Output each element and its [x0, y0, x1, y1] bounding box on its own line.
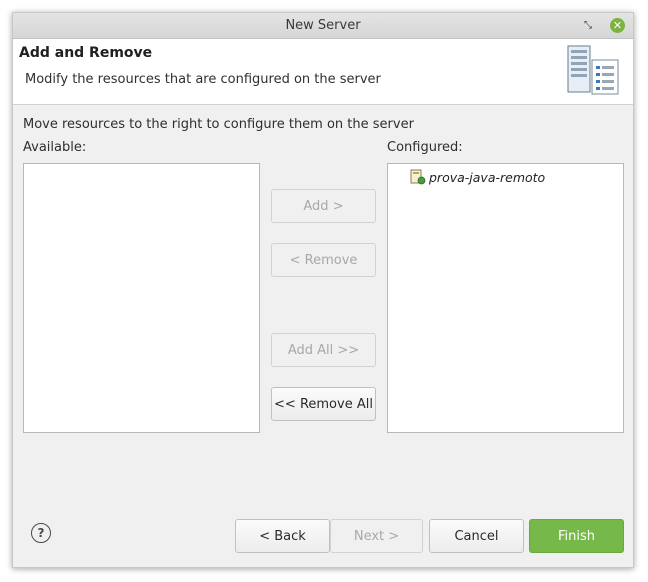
title-bar[interactable]: New Server ⤡ ✕ — [13, 13, 633, 39]
add-all-button[interactable]: Add All >> — [271, 333, 376, 367]
close-icon[interactable]: ✕ — [610, 18, 625, 33]
server-icon — [567, 45, 619, 95]
wizard-header: Add and Remove Modify the resources that… — [13, 39, 633, 105]
add-button[interactable]: Add > — [271, 189, 376, 223]
window-title: New Server — [285, 18, 361, 33]
configured-label: Configured: — [387, 140, 463, 155]
finish-button[interactable]: Finish — [529, 519, 624, 553]
next-button[interactable]: Next > — [330, 519, 423, 553]
available-list[interactable] — [23, 163, 260, 433]
remove-all-button[interactable]: << Remove All — [271, 387, 376, 421]
project-icon — [410, 169, 426, 185]
list-item[interactable]: prova-java-remoto — [410, 168, 545, 186]
new-server-dialog: New Server ⤡ ✕ Add and Remove Modify the… — [12, 12, 634, 568]
page-title: Add and Remove — [19, 45, 153, 61]
help-icon[interactable]: ? — [31, 523, 51, 543]
page-description: Modify the resources that are configured… — [25, 72, 381, 87]
cancel-button[interactable]: Cancel — [429, 519, 524, 553]
list-item-label: prova-java-remoto — [429, 169, 546, 185]
available-label: Available: — [23, 140, 87, 155]
back-button[interactable]: < Back — [235, 519, 330, 553]
restore-icon[interactable]: ⤡ — [581, 19, 595, 33]
instructions-text: Move resources to the right to configure… — [23, 117, 414, 132]
remove-button[interactable]: < Remove — [271, 243, 376, 277]
configured-list[interactable]: prova-java-remoto — [387, 163, 624, 433]
